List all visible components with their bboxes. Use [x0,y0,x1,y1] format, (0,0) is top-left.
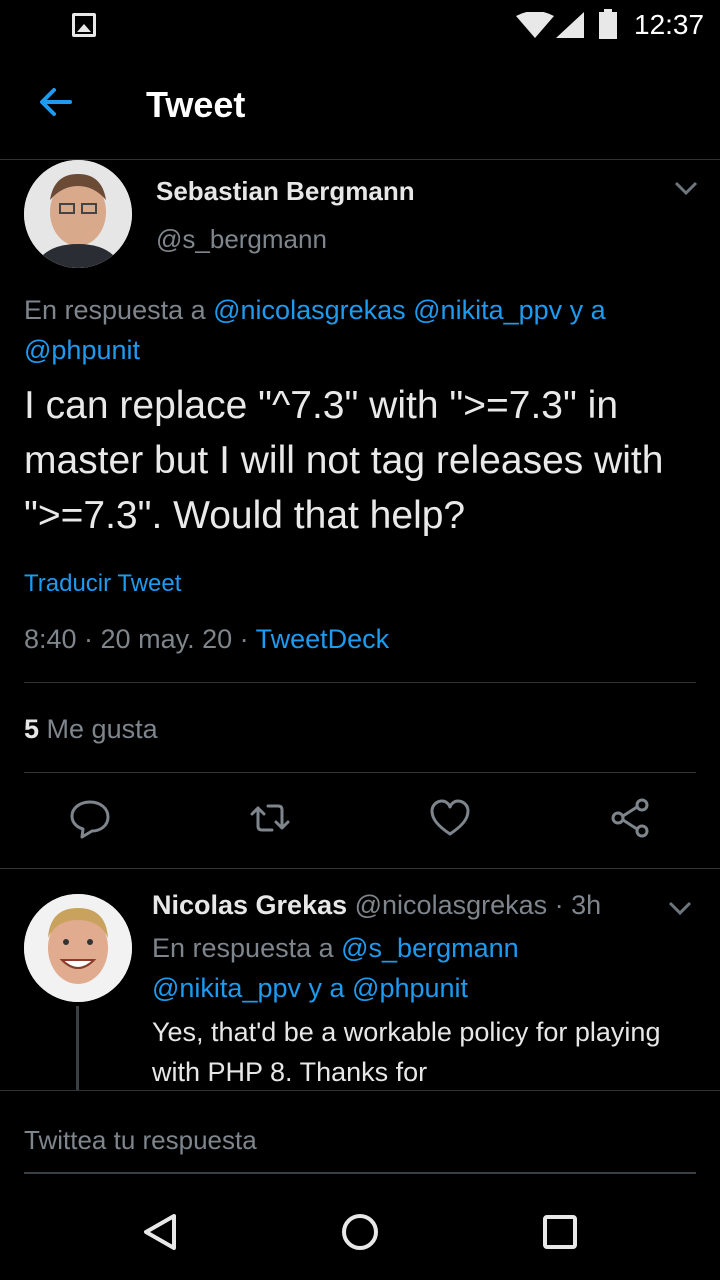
wifi-icon [516,12,554,38]
translate-link[interactable]: Traducir Tweet [24,570,181,598]
back-arrow-icon[interactable] [36,82,76,122]
thread-line [76,1006,79,1090]
divider [24,682,696,683]
like-icon[interactable] [428,796,472,840]
mention-link[interactable]: @phpunit [24,335,140,365]
reply-context: En respuesta a @nicolasgrekas @nikita_pp… [24,295,606,365]
avatar[interactable] [24,160,132,268]
app-bar: Tweet [0,50,720,160]
tweet-text: Yes, that'd be a workable policy for pla… [152,1017,661,1087]
system-nav-bar [0,1180,720,1280]
tweet-text: I can replace "^7.3" with ">=7.3" in mas… [24,384,664,537]
tweet-meta: 8:40 · 20 may. 20 · TweetDeck [24,624,390,654]
compose-bar[interactable]: Twittea tu respuesta [0,1090,720,1174]
status-bar: 12:37 [0,0,720,50]
signal-icon [556,12,584,38]
nav-home-icon[interactable] [340,1212,380,1252]
nav-back-icon[interactable] [140,1212,180,1252]
input-underline [24,1172,696,1174]
reply-context: En respuesta a @s_bergmann @nikita_ppv y… [152,933,519,1003]
reply-header: Nicolas Grekas @nicolasgrekas · 3h [152,890,601,921]
author-handle[interactable]: @nicolasgrekas · 3h [347,890,602,920]
mention-link[interactable]: @s_bergmann [341,933,519,963]
image-icon [72,13,96,37]
reply-icon[interactable] [68,796,112,840]
reply-tweet[interactable]: Nicolas Grekas @nicolasgrekas · 3h En re… [0,870,720,1090]
battery-icon [599,9,617,39]
chevron-down-icon[interactable] [674,180,698,196]
avatar[interactable] [24,894,132,1002]
action-bar [0,796,720,846]
chevron-down-icon[interactable] [668,900,692,916]
author-handle[interactable]: @s_bergmann [156,224,327,255]
author-name[interactable]: Nicolas Grekas [152,890,347,920]
nav-recents-icon[interactable] [540,1212,580,1252]
clock: 12:37 [634,9,705,40]
likes-count[interactable]: 5 Me gusta [24,714,158,745]
author-name[interactable]: Sebastian Bergmann [156,176,415,207]
mention-link[interactable]: @nikita_ppv [413,295,562,325]
share-icon[interactable] [608,796,652,840]
source-link[interactable]: TweetDeck [256,624,390,654]
retweet-icon[interactable] [248,796,292,840]
divider [24,772,696,773]
reply-input[interactable]: Twittea tu respuesta [24,1125,257,1156]
page-title: Tweet [146,84,246,125]
mention-link[interactable]: @nicolasgrekas [213,295,406,325]
mention-link[interactable]: @nikita_ppv [152,973,301,1003]
divider [0,868,720,869]
mention-link[interactable]: @phpunit [352,973,468,1003]
